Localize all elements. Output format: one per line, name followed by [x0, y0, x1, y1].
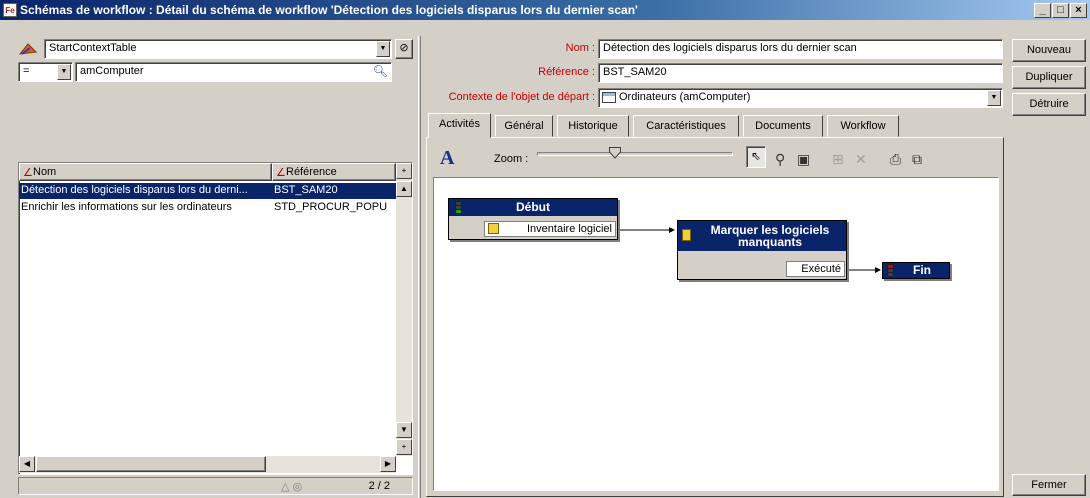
reference-field[interactable]: BST_SAM20 [598, 63, 1003, 83]
column-header-nom[interactable]: ∠ Nom [19, 163, 272, 181]
column-header-reference-label: Référence [286, 166, 337, 178]
close-button[interactable]: × [1070, 3, 1087, 18]
output-inventaire-label: Inventaire logiciel [527, 223, 612, 235]
copy-icon[interactable]: ⧉ [912, 150, 922, 168]
panel-splitter[interactable] [418, 36, 421, 498]
context-action-button[interactable]: ⊘ [395, 39, 413, 59]
operator-combo[interactable]: = ▼ [18, 62, 73, 82]
context-combo-value: StartContextTable [49, 42, 137, 54]
tab-general[interactable]: Général [495, 115, 553, 137]
activity-fin[interactable]: Fin [882, 262, 950, 279]
operator-value: = [23, 65, 30, 77]
chevron-down-icon[interactable]: ▼ [987, 90, 1001, 106]
app-icon: Fe [3, 3, 17, 17]
list-item-reference: BST_SAM20 [274, 184, 338, 196]
zoom-slider-track[interactable] [537, 152, 733, 156]
list-item-nom: Enrichir les informations sur les ordina… [21, 201, 232, 213]
sort-icon: ∠ [23, 167, 33, 179]
activity-marquer-title: Marquer les logiciels manquants [678, 221, 846, 251]
chevron-down-icon[interactable]: ▼ [376, 41, 390, 57]
pointer-tool-button[interactable]: ⇖ [746, 146, 766, 168]
list-counter: 2 / 2 [368, 480, 390, 492]
tab-caracteristiques[interactable]: Caractéristiques [633, 115, 739, 137]
activity-debut-title: Début [449, 199, 617, 216]
add-activity-icon[interactable]: ⊞ [832, 150, 844, 168]
print-icon[interactable]: ⎙ [890, 150, 901, 168]
filter-input[interactable]: amComputer 🔍︎ [75, 62, 392, 82]
minimize-button[interactable]: _ [1034, 3, 1051, 18]
scroll-down-icon[interactable]: ▼ [396, 422, 412, 438]
column-header-reference[interactable]: ∠ Référence [272, 163, 396, 181]
context-refresh-icon: ⊘ [399, 42, 409, 54]
add-column-icon[interactable]: + [396, 163, 412, 179]
eye-icon: △ ◎ [281, 481, 303, 493]
dupliquer-button[interactable]: Dupliquer [1012, 66, 1086, 89]
nom-label: Nom : [565, 42, 595, 54]
scroll-thumb[interactable] [36, 456, 266, 472]
zoom-slider-thumb[interactable] [609, 147, 622, 159]
sort-icon: ∠ [276, 167, 286, 179]
context-combo[interactable]: StartContextTable ▼ [44, 39, 392, 59]
list-item[interactable]: Détection des logiciels disparus lors du… [19, 183, 396, 199]
nouveau-button[interactable]: Nouveau [1012, 39, 1086, 62]
contexte-value: Ordinateurs (amComputer) [619, 91, 751, 103]
reference-label: Référence : [538, 66, 595, 78]
add-row-icon[interactable]: + [396, 439, 412, 455]
detruire-button[interactable]: Détruire [1012, 93, 1086, 116]
vertical-scrollbar[interactable]: + ▲ ▼ + [396, 163, 412, 456]
horizontal-scrollbar[interactable]: ◀ ▶ [19, 456, 396, 473]
fermer-button[interactable]: Fermer [1012, 474, 1086, 496]
pointer-icon: ⇖ [751, 149, 762, 163]
contexte-combo[interactable]: Ordinateurs (amComputer) ▼ [598, 88, 1003, 108]
zoom-label: Zoom : [494, 153, 529, 165]
end-light-icon [887, 264, 894, 276]
contexte-label: Contexte de l'objet de départ : [448, 91, 595, 103]
output-execute[interactable]: Exécuté [786, 261, 845, 277]
delete-icon[interactable]: ✕ [855, 150, 867, 168]
workflow-list: ∠ Nom ∠ Référence Détection des logiciel… [18, 162, 413, 475]
tab-historique[interactable]: Historique [557, 115, 629, 137]
zoom-icon[interactable]: ⚲ [775, 150, 785, 168]
list-item-nom: Détection des logiciels disparus lors du… [21, 184, 248, 196]
activity-marquer[interactable]: Marquer les logiciels manquants Exécuté [677, 220, 847, 280]
context-icon [18, 43, 38, 55]
diagram-canvas[interactable]: Début Inventaire logiciel Marquer les lo… [433, 177, 999, 491]
tab-documents[interactable]: Documents [743, 115, 823, 137]
nom-field-value: Détection des logiciels disparus lors du… [603, 42, 857, 54]
reference-field-value: BST_SAM20 [603, 66, 667, 78]
search-icon[interactable]: 🔍︎ [373, 64, 388, 78]
window-icon[interactable]: ▣ [797, 150, 810, 168]
scroll-left-icon[interactable]: ◀ [19, 456, 35, 472]
activity-debut[interactable]: Début Inventaire logiciel [448, 198, 618, 240]
list-footer: △ ◎ 2 / 2 [18, 477, 413, 495]
filter-value: amComputer [80, 65, 144, 77]
nom-field[interactable]: Détection des logiciels disparus lors du… [598, 39, 1003, 59]
window-title: Schémas de workflow : Détail du schéma d… [20, 3, 638, 17]
output-inventaire[interactable]: Inventaire logiciel [484, 221, 616, 237]
tab-activites[interactable]: Activités [428, 113, 491, 138]
scroll-up-icon[interactable]: ▲ [396, 181, 412, 197]
chevron-down-icon[interactable]: ▼ [57, 64, 71, 80]
table-icon [602, 92, 616, 103]
tab-workflow[interactable]: Workflow [827, 115, 899, 137]
font-icon[interactable]: A [440, 147, 454, 170]
list-item-reference: STD_PROCUR_POPU [274, 201, 388, 213]
maximize-button[interactable]: □ [1052, 3, 1069, 18]
scroll-right-icon[interactable]: ▶ [380, 456, 396, 472]
column-header-nom-label: Nom [33, 166, 57, 178]
list-item[interactable]: Enrichir les informations sur les ordina… [19, 200, 396, 216]
event-icon [488, 223, 499, 234]
action-icon [682, 229, 691, 241]
start-light-icon [455, 201, 462, 214]
title-bar: Fe Schémas de workflow : Détail du schém… [0, 0, 1090, 20]
